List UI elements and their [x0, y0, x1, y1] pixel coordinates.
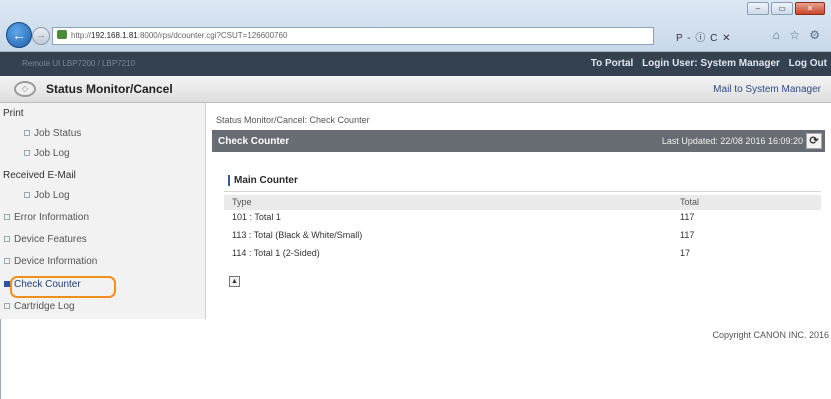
bullet-icon: [4, 303, 10, 309]
close-window-button[interactable]: ✕: [795, 2, 825, 15]
table-header: Type Total: [224, 195, 821, 210]
status-monitor-icon: ◇: [14, 81, 36, 97]
sidebar-item-device-information[interactable]: Device Information: [0, 253, 206, 271]
check-counter-header: Check Counter Last Updated: 22/08 2016 1…: [212, 130, 825, 152]
counter-type: 113 : Total (Black & White/Small): [232, 230, 363, 240]
counter-total: 117: [680, 230, 695, 240]
window-controls: – ▭ ✕: [747, 2, 825, 15]
section-title: Main Counter: [228, 175, 298, 186]
bullet-icon: [4, 258, 10, 264]
maximize-button[interactable]: ▭: [771, 2, 793, 15]
bullet-icon: [24, 192, 30, 198]
sidebar-item-job-log[interactable]: Job Log: [0, 145, 206, 163]
address-bar[interactable]: http://192.168.1.81:8000/rps/dcounter.cg…: [52, 27, 654, 45]
main-counter-section: Main Counter Type Total 101 : Total 1 11…: [224, 171, 821, 267]
sidebar-item-email-job-log[interactable]: Job Log: [0, 187, 206, 205]
sidebar-item-job-status[interactable]: Job Status: [0, 125, 206, 143]
table-row: 101 : Total 1 117: [224, 209, 821, 226]
top-bar-links: To Portal Login User: System Manager Log…: [585, 58, 827, 69]
sidebar-section-received-email: Received E-Mail: [3, 170, 76, 181]
bullet-icon: [4, 236, 10, 242]
bullet-icon: [24, 150, 30, 156]
sidebar-item-label: Error Information: [14, 212, 90, 223]
back-to-top-icon[interactable]: ▲: [229, 276, 240, 287]
sidebar-item-label: Cartridge Log: [14, 301, 75, 312]
url-path: :8000/rps/dcounter.cgi?CSUT=126600760: [137, 31, 288, 40]
table-row: 114 : Total 1 (2-Sided) 17: [224, 245, 821, 262]
counter-type: 101 : Total 1: [232, 212, 281, 222]
device-name: Remote UI LBP7200 / LBP7210: [22, 59, 135, 68]
bullet-icon: [24, 130, 30, 136]
sidebar-section-print: Print: [3, 108, 24, 119]
bullet-icon: [4, 214, 10, 220]
column-header-type: Type: [232, 197, 252, 207]
browser-chrome: – ▭ ✕ ← → http://192.168.1.81:8000/rps/d…: [0, 0, 831, 52]
panel-title: Check Counter: [218, 136, 290, 147]
sidebar-item-label: Device Information: [14, 256, 98, 267]
mail-to-system-manager-link[interactable]: Mail to System Manager: [713, 84, 821, 95]
divider: [224, 191, 821, 192]
table-row: 113 : Total (Black & White/Small) 117: [224, 227, 821, 244]
main-content: Status Monitor/Cancel: Check Counter Che…: [212, 103, 831, 319]
address-tools[interactable]: P - ⓘ C ✕: [676, 29, 732, 44]
logout-link[interactable]: Log Out: [789, 58, 827, 69]
to-portal-link[interactable]: To Portal: [591, 58, 634, 69]
counter-type: 114 : Total 1 (2-Sided): [232, 248, 320, 258]
sidebar-item-label: Device Features: [14, 234, 87, 245]
back-button[interactable]: ←: [6, 22, 32, 48]
sidebar-item-error-information[interactable]: Error Information: [0, 209, 206, 227]
sidebar-item-label: Job Log: [34, 148, 70, 159]
sidebar-item-device-features[interactable]: Device Features: [0, 231, 206, 249]
counter-total: 17: [680, 248, 691, 258]
sidebar-item-cartridge-log[interactable]: Cartridge Log: [0, 298, 206, 316]
column-header-total: Total: [680, 197, 700, 207]
counter-total: 117: [680, 212, 695, 222]
title-bar: ◇ Status Monitor/Cancel Mail to System M…: [0, 76, 831, 103]
site-favicon-icon: [57, 30, 67, 39]
minimize-button[interactable]: –: [747, 2, 769, 15]
breadcrumb: Status Monitor/Cancel: Check Counter: [216, 115, 370, 125]
sidebar-item-label: Job Log: [34, 190, 70, 201]
login-user-label: Login User: System Manager: [642, 58, 780, 69]
url-host: 192.168.1.81: [91, 31, 138, 40]
orange-highlight-callout: [10, 276, 116, 298]
page-title: Status Monitor/Cancel: [46, 82, 173, 96]
browser-toolbar-icons[interactable]: ⌂ ☆ ⚙: [773, 28, 823, 42]
sidebar-item-label: Job Status: [34, 128, 82, 139]
copyright-footer: Copyright CANON INC. 2016: [712, 330, 829, 340]
top-bar: Remote UI LBP7200 / LBP7210 To Portal Lo…: [0, 52, 831, 76]
last-updated-text: Last Updated: 22/08 2016 16:09:20: [661, 136, 803, 146]
url-prefix: http://: [71, 31, 92, 40]
refresh-icon[interactable]: ⟳: [806, 133, 822, 149]
forward-button[interactable]: →: [32, 27, 50, 45]
